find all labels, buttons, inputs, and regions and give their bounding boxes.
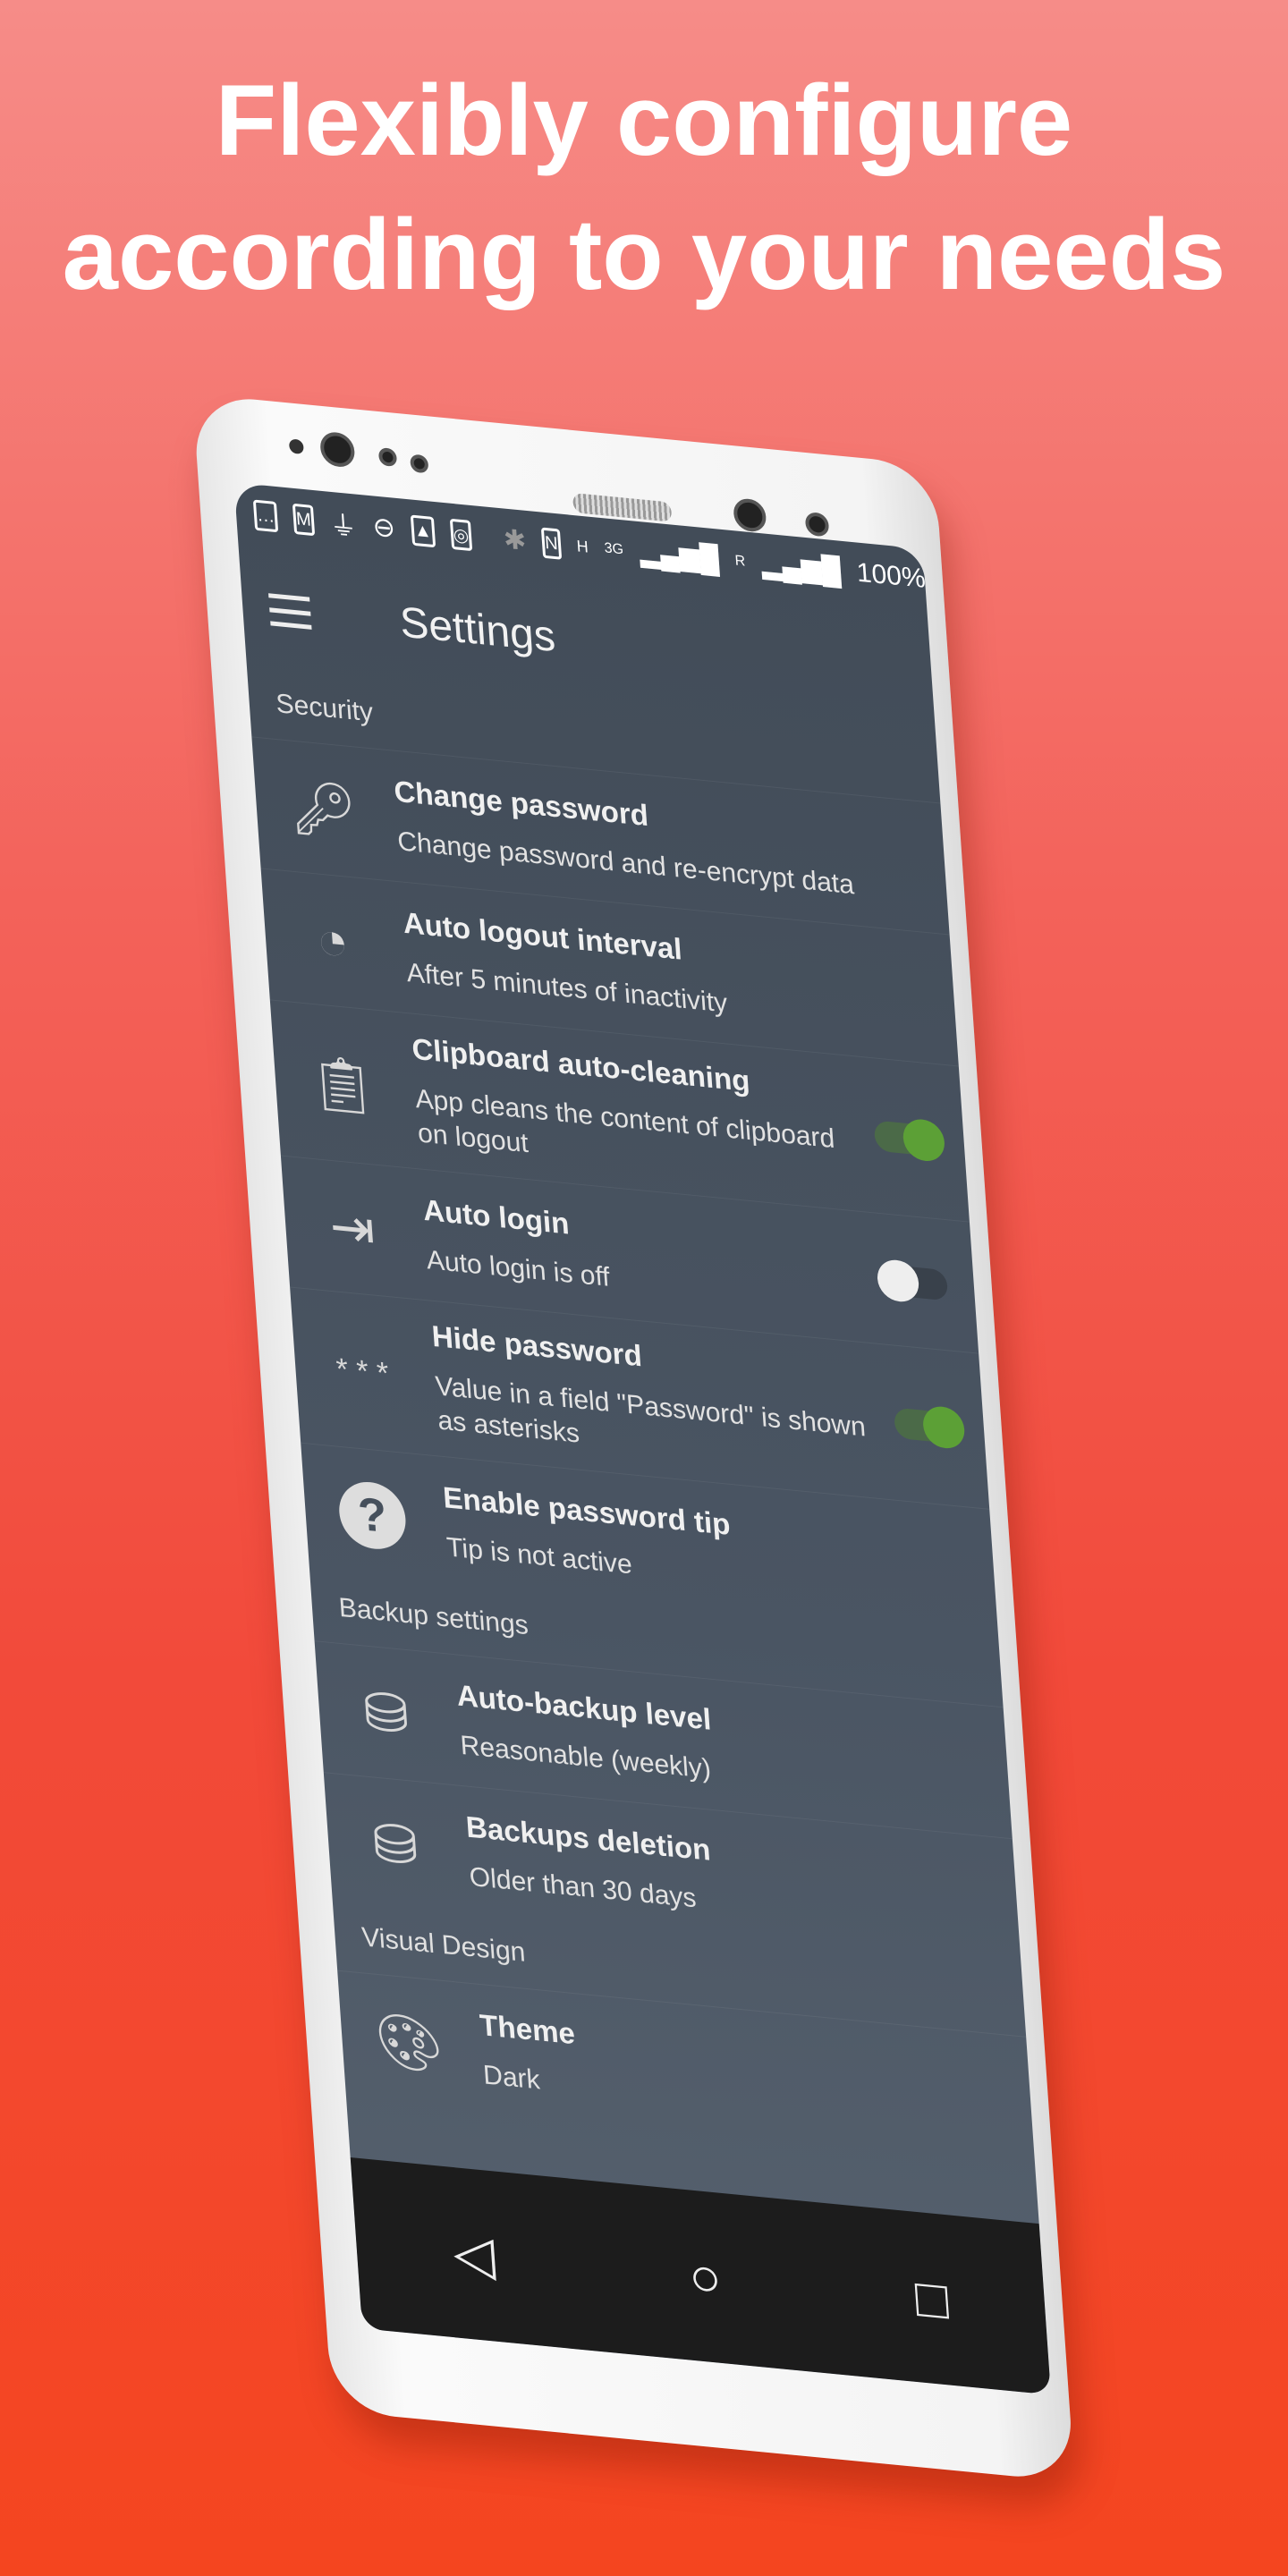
recents-icon[interactable]: □ [913, 2266, 950, 2331]
clipboard-icon: 📋︎ [306, 1050, 379, 1118]
signal-icon: ▂▄▆█ [638, 537, 720, 575]
palette-icon: 🎨︎ [372, 2009, 445, 2077]
toggle-switch[interactable] [893, 1404, 966, 1451]
gmail-icon: M [292, 503, 315, 537]
signal-icon: ▂▄▆█ [760, 548, 843, 587]
database-restore-icon: ⛁ [361, 1680, 411, 1746]
sensor-icon [410, 453, 429, 474]
setting-text: Auto login Auto login is off [422, 1192, 861, 1318]
iris-sensor-icon [804, 511, 830, 538]
toggle-switch[interactable] [873, 1117, 946, 1164]
front-camera-icon [318, 430, 356, 469]
roaming-indicator: R [734, 553, 746, 570]
network-type: 3G [604, 540, 624, 558]
navigation-bar: ◁ ○ □ [350, 2157, 1051, 2395]
back-icon[interactable]: ◁ [451, 2221, 497, 2288]
instagram-icon: ◎ [449, 518, 473, 552]
toggle-switch[interactable] [876, 1258, 949, 1303]
login-icon: ⇥ [327, 1195, 377, 1260]
setting-text: Hide password Value in a field "Password"… [431, 1319, 872, 1479]
headline-line-1: Flexibly configure [215, 64, 1073, 176]
toggle-thumb [902, 1117, 946, 1164]
setting-text: Clipboard auto-cleaning App cleans the co… [411, 1032, 852, 1192]
phone-frame: … M ⏚ ⊖ ▲ ◎ ✱ N H 3G ▂▄▆█ R ▂▄▆█ 100% ▮ … [192, 394, 1075, 2483]
settings-list: Security 🔑︎ Change password Change password… [247, 670, 1036, 2168]
toggle-thumb [876, 1258, 920, 1303]
usb-icon: ⏚ [328, 510, 359, 543]
timer-icon: ◔ [314, 909, 352, 973]
gallery-icon: ▲ [410, 514, 436, 548]
question-icon: ? [330, 1478, 415, 1553]
battery-percent: 100% [855, 557, 927, 595]
iris-camera-icon [733, 497, 767, 533]
app-screen: … M ⏚ ⊖ ▲ ◎ ✱ N H 3G ▂▄▆█ R ▂▄▆█ 100% ▮ … [233, 482, 1051, 2395]
data-indicator: H [575, 536, 589, 556]
setting-text: Theme Dark [479, 2007, 1007, 2142]
bluetooth-icon: ✱ [502, 523, 528, 556]
headline: Flexibly configure according to your nee… [0, 54, 1288, 322]
dnd-icon: ⊖ [371, 511, 396, 544]
clock: 1:16 [970, 568, 1026, 604]
battery-icon: ▮ [940, 566, 958, 597]
database-delete-icon: ⛁ [370, 1811, 420, 1877]
hamburger-icon[interactable] [268, 593, 312, 630]
sensor-icon [288, 438, 304, 455]
home-icon[interactable]: ○ [687, 2244, 724, 2309]
nfc-icon: N [541, 527, 562, 560]
headline-line-2: according to your needs [62, 199, 1226, 310]
sensor-icon [377, 447, 398, 468]
more-icon: … [252, 499, 279, 533]
page-title: Settings [398, 597, 557, 661]
toggle-thumb [921, 1404, 966, 1451]
asterisks-icon: * * * [335, 1351, 390, 1391]
key-icon: 🔑︎ [287, 775, 360, 843]
